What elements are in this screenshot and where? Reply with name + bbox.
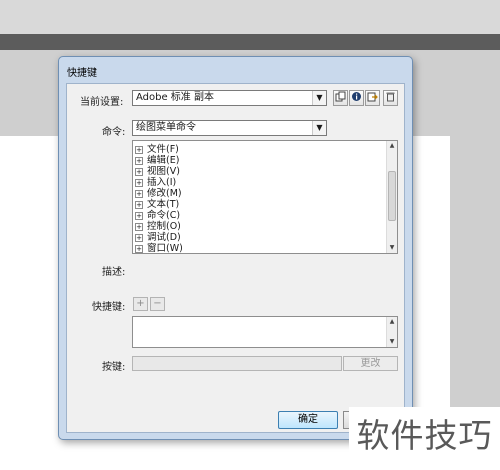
tree-item[interactable]: + 插入(I) [135, 177, 176, 188]
scroll-up-icon[interactable]: ▲ [387, 317, 397, 327]
tree-item[interactable]: + 修改(M) [135, 188, 182, 199]
dialog-titlebar[interactable]: 快捷键 [59, 57, 412, 83]
expand-icon[interactable]: + [135, 189, 143, 198]
ok-button[interactable]: 确定 [278, 411, 338, 429]
expand-icon[interactable]: + [135, 233, 143, 242]
key-label: 按键: [102, 362, 126, 373]
expand-icon[interactable]: + [135, 178, 143, 187]
expand-icon[interactable]: + [135, 211, 143, 220]
shortcut-scrollbar[interactable]: ▲ ▼ [386, 317, 397, 347]
expand-icon[interactable]: + [135, 244, 143, 253]
shortcut-label: 快捷键: [92, 302, 126, 313]
tree-item[interactable]: + 调试(D) [135, 232, 181, 243]
tree-item[interactable]: + 命令(C) [135, 210, 180, 221]
chevron-down-icon: ▼ [312, 121, 326, 135]
duplicate-set-icon[interactable] [333, 90, 348, 106]
tree-item[interactable]: + 窗口(W) [135, 243, 183, 253]
expand-icon[interactable]: + [135, 156, 143, 165]
tree-scrollbar[interactable]: ▲ ▼ [386, 141, 397, 253]
scroll-up-icon[interactable]: ▲ [387, 141, 397, 151]
expand-icon[interactable]: + [135, 167, 143, 176]
expand-icon[interactable]: + [135, 145, 143, 154]
expand-icon[interactable]: + [135, 200, 143, 209]
preset-dropdown[interactable]: Adobe 标准 副本 ▼ [132, 90, 327, 106]
tree-item[interactable]: + 视图(V) [135, 166, 180, 177]
command-label: 命令: [102, 127, 126, 138]
command-value: 绘图菜单命令 [136, 122, 196, 133]
chevron-down-icon: ▼ [312, 91, 326, 105]
add-shortcut-button[interactable]: + [133, 297, 148, 311]
remove-shortcut-button[interactable]: − [150, 297, 165, 311]
scroll-thumb[interactable] [388, 171, 396, 221]
preset-label: 当前设置: [80, 97, 124, 108]
command-tree[interactable]: + 文件(F) + 编辑(E) + 视图(V) + 插入(I) + 修改(M) + 文本(T… [132, 140, 398, 254]
app-toolbar [0, 0, 500, 34]
change-button[interactable]: 更改 [343, 356, 398, 371]
watermark: 软件技巧 [349, 407, 500, 470]
expand-icon[interactable]: + [135, 222, 143, 231]
description-label: 描述: [102, 267, 126, 278]
tree-item[interactable]: + 编辑(E) [135, 155, 179, 166]
shortcut-list[interactable]: ▲ ▼ [132, 316, 398, 348]
tree-item[interactable]: + 文本(T) [135, 199, 179, 210]
command-dropdown[interactable]: 绘图菜单命令 ▼ [132, 120, 327, 136]
export-icon[interactable] [365, 90, 380, 106]
dialog-title: 快捷键 [67, 68, 97, 79]
info-icon[interactable] [349, 90, 364, 106]
tree-item[interactable]: + 文件(F) [135, 144, 179, 155]
scroll-down-icon[interactable]: ▼ [387, 337, 397, 347]
app-panel-header [0, 34, 500, 50]
scroll-down-icon[interactable]: ▼ [387, 243, 397, 253]
key-input[interactable] [132, 356, 342, 371]
preset-value: Adobe 标准 副本 [136, 92, 214, 103]
tree-item[interactable]: + 控制(O) [135, 221, 181, 232]
trash-icon[interactable] [383, 90, 398, 106]
